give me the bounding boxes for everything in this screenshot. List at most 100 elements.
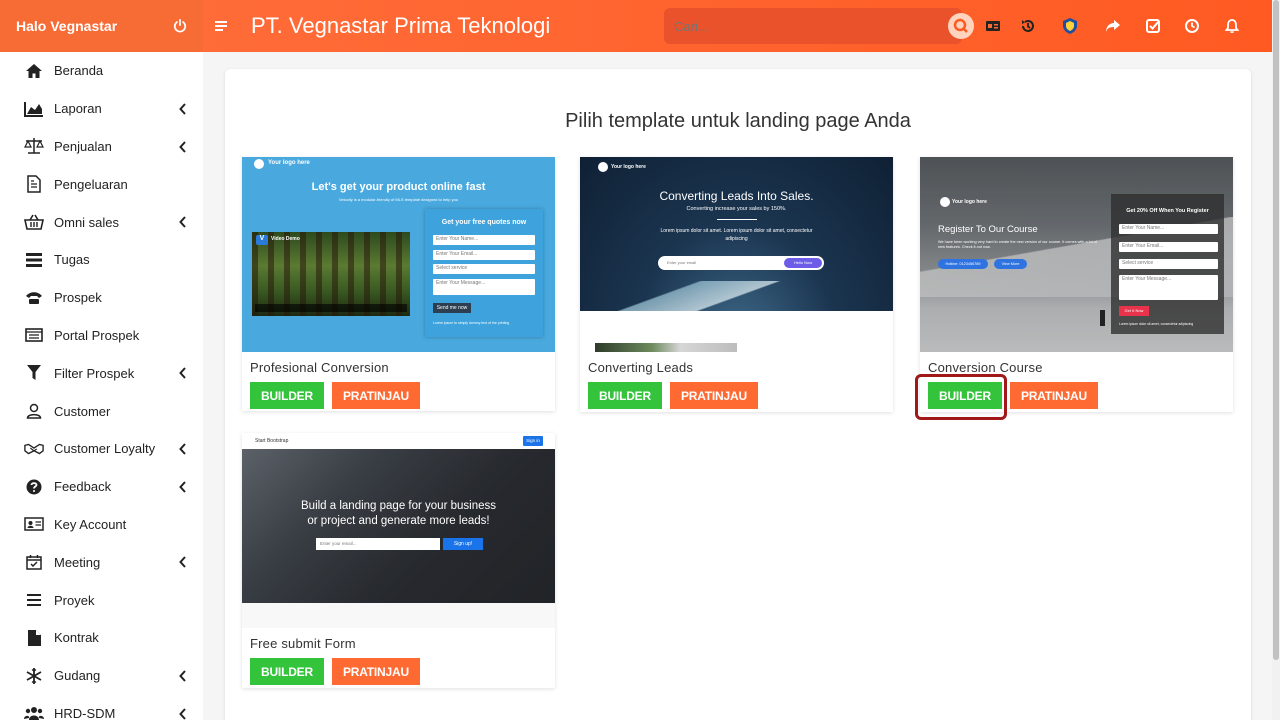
sidebar-item-label: Omni sales <box>54 214 120 230</box>
phone-icon <box>24 288 44 308</box>
sidebar-item-label: Pengeluaran <box>54 176 128 192</box>
preview-button[interactable]: PRATINJAU <box>331 382 420 409</box>
sidebar-item-beranda[interactable]: Beranda <box>0 52 203 90</box>
sidebar-item-laporan[interactable]: Laporan <box>0 90 203 128</box>
sidebar: Beranda Laporan Penjualan Pengeluaran Om… <box>0 52 203 720</box>
vimeo-icon: V <box>256 235 268 245</box>
scrollbar-thumb[interactable] <box>1273 0 1279 660</box>
builder-button[interactable]: BUILDER <box>250 658 324 685</box>
sidebar-item-feedback[interactable]: Feedback <box>0 468 203 506</box>
thumb-headline: Register To Our Course <box>938 224 1038 235</box>
thumb-divider <box>717 219 757 220</box>
sidebar-item-kontrak[interactable]: Kontrak <box>0 619 203 657</box>
builder-button[interactable]: BUILDER <box>250 382 324 409</box>
video-controls <box>255 304 407 312</box>
logo-icon <box>598 162 608 172</box>
sidebar-item-filter-prospek[interactable]: Filter Prospek <box>0 354 203 392</box>
thumb-submit: Get It Now <box>1119 306 1149 316</box>
chevron-left-icon <box>179 443 186 455</box>
users-icon <box>24 703 44 720</box>
handshake-icon <box>24 439 44 459</box>
file-icon <box>24 628 44 648</box>
thumb-email: Enter your email <box>667 260 697 265</box>
history-icon[interactable] <box>1018 16 1038 36</box>
sidebar-item-label: Feedback <box>54 479 112 495</box>
home-icon <box>24 61 44 81</box>
menu-toggle-icon[interactable] <box>215 19 229 33</box>
builder-button[interactable]: BUILDER <box>588 382 662 409</box>
thumb-submit: Send me now <box>433 303 471 313</box>
sidebar-item-label: Laporan <box>54 101 102 117</box>
sidebar-item-omni-sales[interactable]: Omni sales <box>0 203 203 241</box>
sidebar-item-tugas[interactable]: Tugas <box>0 241 203 279</box>
clock-icon[interactable] <box>1182 16 1202 36</box>
thumb-hero-bg: Build a landing page for your business o… <box>242 449 555 603</box>
chevron-left-icon <box>179 556 186 569</box>
logo-icon <box>254 159 264 169</box>
bell-icon[interactable] <box>1222 16 1242 36</box>
thumb-field: Enter Your Message... <box>1119 275 1218 300</box>
template-name: Converting Leads <box>588 360 694 375</box>
preview-button[interactable]: PRATINJAU <box>331 658 420 685</box>
thumb-field: Enter Your Message... <box>433 279 535 295</box>
thumb-field: Select service <box>1119 259 1218 269</box>
thumb-image-strip <box>595 343 737 352</box>
sidebar-item-key-account[interactable]: Key Account <box>0 506 203 544</box>
sidebar-item-customer-loyalty[interactable]: Customer Loyalty <box>0 430 203 468</box>
chevron-left-icon <box>179 103 186 115</box>
power-icon[interactable] <box>173 19 187 33</box>
share-icon[interactable] <box>1103 16 1123 36</box>
thumb-field: Enter Your Name... <box>1119 224 1218 234</box>
thumb-email-bar: Enter your email Hello Now <box>658 256 824 270</box>
page-scrollbar[interactable] <box>1272 0 1280 720</box>
sidebar-item-penjualan[interactable]: Penjualan <box>0 128 203 166</box>
template-name: Free submit Form <box>250 636 356 651</box>
sidebar-item-label: Prospek <box>54 290 102 306</box>
chevron-left-icon <box>179 670 186 682</box>
thumb-subtext: We have been working very hard to create… <box>938 240 1097 249</box>
thumb-field: Select service <box>433 264 535 274</box>
thumb-headline: Let's get your product online fast <box>311 181 486 193</box>
top-header: Halo Vegnastar PT. Vegnastar Prima Tekno… <box>0 0 1272 52</box>
thumb-form: Get 20% Off When You Register Enter Your… <box>1111 194 1224 334</box>
sidebar-item-portal-prospek[interactable]: Portal Prospek <box>0 317 203 355</box>
filter-icon <box>24 363 44 383</box>
sidebar-item-label: Filter Prospek <box>54 365 135 381</box>
shield-emblem-icon[interactable] <box>1060 16 1080 36</box>
sidebar-item-proyek[interactable]: Proyek <box>0 581 203 619</box>
greeting-text: Halo Vegnastar <box>16 18 118 34</box>
preview-button[interactable]: PRATINJAU <box>1009 382 1098 409</box>
sidebar-item-hrd-sdm[interactable]: HRD-SDM <box>0 695 203 720</box>
template-thumbnail[interactable]: Your logo here Register To Our Course We… <box>920 157 1233 352</box>
template-card-converting-leads: Your logo here Converting Leads Into Sal… <box>580 157 893 412</box>
sidebar-item-label: HRD-SDM <box>54 705 116 720</box>
search-input[interactable] <box>664 8 962 44</box>
balance-scale-icon <box>24 136 44 156</box>
chevron-left-icon <box>179 367 186 380</box>
sidebar-item-gudang[interactable]: Gudang <box>0 657 203 695</box>
thumb-view-more-button: View More <box>994 259 1027 269</box>
sidebar-item-pengeluaran[interactable]: Pengeluaran <box>0 165 203 203</box>
tasks-icon <box>24 250 44 270</box>
template-name: Profesional Conversion <box>250 360 389 375</box>
sidebar-item-customer[interactable]: Customer <box>0 392 203 430</box>
preview-button[interactable]: PRATINJAU <box>669 382 758 409</box>
id-card-icon <box>24 514 44 534</box>
template-thumbnail[interactable]: Your logo here Let's get your product on… <box>242 157 555 352</box>
skier-figure <box>1100 310 1105 326</box>
sidebar-item-prospek[interactable]: Prospek <box>0 279 203 317</box>
sidebar-item-label: Gudang <box>54 668 101 684</box>
search-button[interactable] <box>948 13 974 39</box>
template-thumbnail[interactable]: Start Bootstrap Sign in Build a landing … <box>242 433 555 628</box>
thumb-form: Get your free quotes now Enter Your Name… <box>425 209 543 337</box>
id-badge-icon[interactable] <box>983 16 1003 36</box>
sidebar-item-meeting[interactable]: Meeting <box>0 543 203 581</box>
thumb-cta: Sign up! <box>443 538 483 550</box>
brand-area: Halo Vegnastar <box>0 0 203 52</box>
thumb-logo-text: Your logo here <box>611 164 646 170</box>
checklist-icon[interactable] <box>1143 16 1163 36</box>
template-thumbnail[interactable]: Your logo here Converting Leads Into Sal… <box>580 157 893 352</box>
thumb-video: V Video Demo <box>252 232 410 316</box>
thumb-navbar: Start Bootstrap Sign in <box>242 433 555 449</box>
template-name: Conversion Course <box>928 360 1043 375</box>
